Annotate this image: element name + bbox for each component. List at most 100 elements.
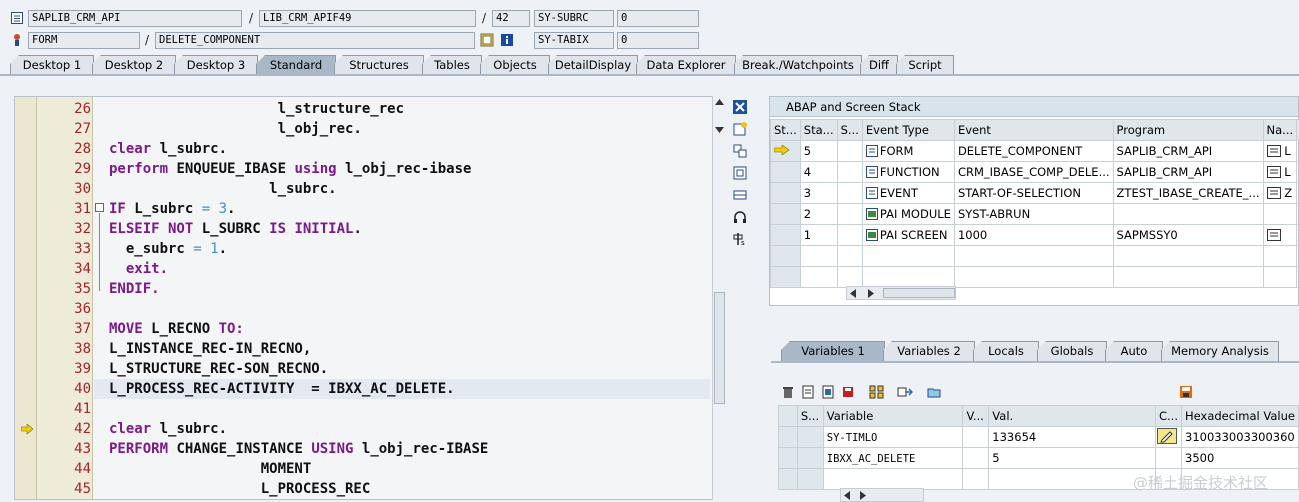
code-line[interactable]: PERFORM CHANGE_INSTANCE USING l_obj_rec-… bbox=[109, 439, 488, 459]
code-line[interactable]: l_structure_rec bbox=[109, 99, 404, 119]
source-editor[interactable]: 26 l_structure_rec27 l_obj_rec.28clear l… bbox=[14, 96, 726, 500]
vars-column-header[interactable]: C... bbox=[1156, 406, 1182, 427]
tab-objects[interactable]: Objects bbox=[480, 55, 550, 74]
code-line[interactable]: L_PROCESS_REC bbox=[109, 479, 370, 499]
line-field[interactable]: 42 bbox=[492, 10, 530, 27]
code-line[interactable]: MOMENT bbox=[109, 459, 311, 479]
stack-column-header[interactable]: Sta... bbox=[800, 120, 837, 141]
stack-horizontal-scrollbar[interactable] bbox=[846, 286, 956, 300]
stack-column-header[interactable]: Event bbox=[954, 120, 1113, 141]
scroll-left-icon[interactable] bbox=[844, 491, 850, 500]
navigate-icon[interactable] bbox=[1267, 229, 1281, 241]
code-line[interactable]: ELSEIF NOT L_SUBRC IS INITIAL. bbox=[109, 219, 362, 239]
scroll-left-icon[interactable] bbox=[850, 289, 856, 298]
editor-scroll-thumb[interactable] bbox=[714, 292, 725, 404]
fold-toggle-icon[interactable] bbox=[95, 203, 104, 212]
variable-value[interactable]: 133654 bbox=[992, 430, 1036, 444]
code-line[interactable]: L_STRUCTURE_REC-SON_RECNO. bbox=[109, 359, 328, 379]
stack-column-header[interactable]: Program bbox=[1113, 120, 1263, 141]
name-field[interactable]: DELETE_COMPONENT bbox=[155, 32, 475, 49]
code-line[interactable]: L_INSTANCE_REC-IN_RECNO, bbox=[109, 339, 311, 359]
tab-desktop-1[interactable]: Desktop 1 bbox=[10, 55, 94, 74]
code-line[interactable]: clear l_subrc. bbox=[109, 139, 227, 159]
maximize-icon[interactable] bbox=[732, 165, 748, 181]
include-field[interactable]: LIB_CRM_APIF49 bbox=[259, 10, 476, 27]
new-tool-icon[interactable] bbox=[732, 121, 748, 137]
tab-data-explorer[interactable]: Data Explorer bbox=[636, 55, 736, 74]
stack-row[interactable]: 5FORMDELETE_COMPONENTSAPLIB_CRM_API L bbox=[771, 141, 1299, 162]
report-icon[interactable] bbox=[821, 385, 835, 399]
scroll-right-icon[interactable] bbox=[860, 491, 866, 500]
tab-structures[interactable]: Structures bbox=[334, 55, 424, 74]
save-variant-icon[interactable] bbox=[841, 385, 855, 399]
tab-detaildisplay[interactable]: DetailDisplay bbox=[548, 55, 638, 74]
transfer-icon[interactable] bbox=[897, 385, 913, 399]
save-icon[interactable] bbox=[1179, 385, 1193, 399]
vartab-memory-analysis[interactable]: Memory Analysis bbox=[1161, 341, 1279, 361]
code-line[interactable]: L_PROCESS_REC-ACTIVITY = IBXX_AC_DELETE. bbox=[109, 379, 455, 399]
tab-diff[interactable]: Diff bbox=[860, 55, 898, 74]
hierarchy-icon[interactable] bbox=[869, 385, 885, 399]
stack-column-header[interactable]: Event Type bbox=[862, 120, 954, 141]
code-line[interactable]: l_obj_rec. bbox=[109, 119, 362, 139]
sysvar2-value-field[interactable]: 0 bbox=[617, 32, 699, 49]
display-source-icon[interactable] bbox=[480, 33, 494, 47]
vars-column-header[interactable]: Variable bbox=[823, 406, 963, 427]
sysvar1-value-field[interactable]: 0 bbox=[617, 10, 699, 27]
code-line[interactable]: ENDIF. bbox=[109, 279, 160, 299]
stack-row[interactable]: 1PAI SCREEN1000SAPMSSY0 bbox=[771, 225, 1299, 246]
code-line[interactable]: clear l_subrc. bbox=[109, 419, 227, 439]
stack-row[interactable]: 2PAI MODULESYST-ABRUN bbox=[771, 204, 1299, 225]
tab-script[interactable]: Script bbox=[896, 55, 954, 74]
code-line[interactable]: exit. bbox=[109, 259, 168, 279]
variable-name[interactable]: IBXX_AC_DELETE bbox=[827, 453, 916, 465]
vartab-variables-2[interactable]: Variables 2 bbox=[883, 341, 975, 361]
breakpoint-gutter[interactable] bbox=[15, 97, 37, 500]
variable-row[interactable]: IBXX_AC_DELETE53500 bbox=[779, 448, 1299, 469]
tab-desktop-3[interactable]: Desktop 3 bbox=[174, 55, 258, 74]
vars-column-header[interactable]: Val. bbox=[989, 406, 1156, 427]
navigate-icon[interactable] bbox=[1267, 187, 1281, 199]
code-line[interactable]: l_subrc. bbox=[109, 179, 337, 199]
tab-desktop-2[interactable]: Desktop 2 bbox=[92, 55, 176, 74]
code-line[interactable]: perform ENQUEUE_IBASE using l_obj_rec-ib… bbox=[109, 159, 471, 179]
close-icon[interactable] bbox=[732, 99, 748, 115]
info-icon[interactable] bbox=[500, 33, 514, 47]
scroll-right-icon[interactable] bbox=[868, 289, 874, 298]
headset-icon[interactable] bbox=[732, 209, 748, 225]
scroll-down-icon[interactable] bbox=[715, 127, 724, 133]
variable-value[interactable]: 5 bbox=[992, 451, 999, 465]
split-tool-icon[interactable]: s bbox=[732, 231, 748, 247]
code-line[interactable]: e_subrc = 1. bbox=[109, 239, 227, 259]
sysvar1-name-field[interactable]: SY-SUBRC bbox=[534, 10, 614, 27]
tab-standard[interactable]: Standard bbox=[256, 55, 336, 74]
program-field[interactable]: SAPLIB_CRM_API bbox=[28, 10, 242, 27]
stack-row[interactable]: 4FUNCTIONCRM_IBASE_COMP_DELE...SAPLIB_CR… bbox=[771, 162, 1299, 183]
layout-icon[interactable] bbox=[732, 187, 748, 203]
stack-row[interactable]: 3EVENTSTART-OF-SELECTIONZTEST_IBASE_CREA… bbox=[771, 183, 1299, 204]
sysvar2-name-field[interactable]: SY-TABIX bbox=[534, 32, 614, 49]
stack-scroll-thumb[interactable] bbox=[883, 288, 955, 298]
vartab-auto[interactable]: Auto bbox=[1105, 341, 1163, 361]
type-field[interactable]: FORM bbox=[28, 32, 140, 49]
vartab-locals[interactable]: Locals bbox=[973, 341, 1039, 361]
editor-vertical-scrollbar[interactable] bbox=[712, 96, 726, 500]
vartab-globals[interactable]: Globals bbox=[1037, 341, 1107, 361]
code-line[interactable]: IF L_subrc = 3. bbox=[109, 199, 235, 219]
scroll-up-icon[interactable] bbox=[715, 99, 724, 105]
navigate-icon[interactable] bbox=[1267, 145, 1281, 157]
variable-row[interactable]: SY-TIMLO133654310033003300360 bbox=[779, 427, 1299, 448]
tab-tables[interactable]: Tables bbox=[422, 55, 482, 74]
edit-pencil-icon[interactable] bbox=[1157, 428, 1177, 444]
code-line[interactable]: MOVE L_RECNO TO: bbox=[109, 319, 244, 339]
delete-icon[interactable] bbox=[781, 385, 795, 399]
tab-break-watchpoints[interactable]: Break./Watchpoints bbox=[734, 55, 862, 74]
notes-icon[interactable] bbox=[801, 385, 815, 399]
vartab-variables-1[interactable]: Variables 1 bbox=[781, 341, 885, 361]
vars-column-header[interactable]: Hexadecimal Value bbox=[1182, 406, 1299, 427]
stack-column-header[interactable]: S... bbox=[837, 120, 862, 141]
swap-tool-icon[interactable] bbox=[732, 143, 748, 159]
folder-icon[interactable] bbox=[927, 385, 941, 399]
vars-column-header[interactable]: V... bbox=[963, 406, 989, 427]
navigate-icon[interactable] bbox=[1267, 166, 1281, 178]
